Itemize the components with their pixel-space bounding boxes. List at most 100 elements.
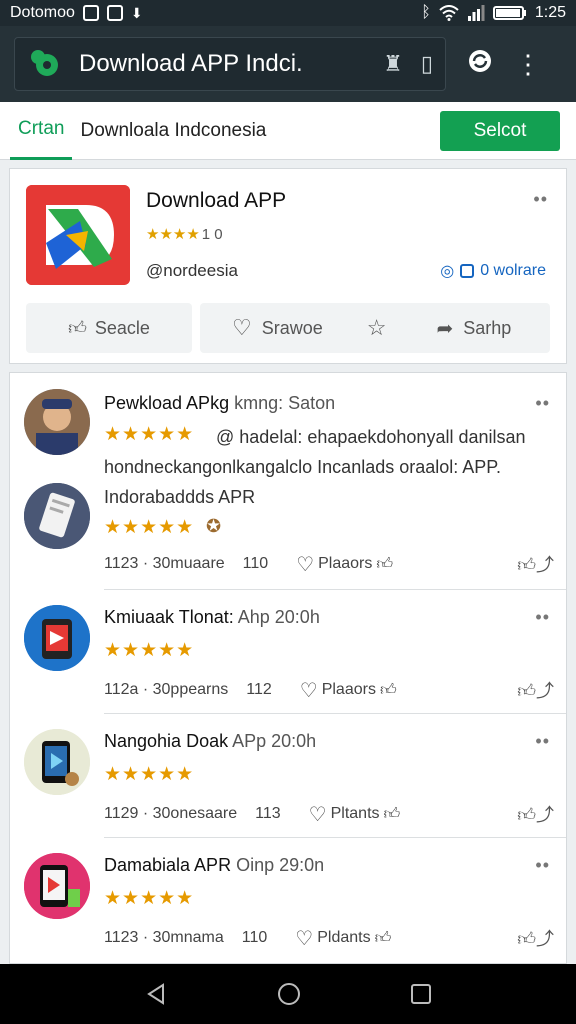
heart-icon: ♡ (308, 803, 327, 826)
review-footer: 1123 · 30muaare 110 ♡ Plaaors 👍︎ 👍︎⤴ (104, 551, 554, 577)
carrier-label: Dotomoo (10, 4, 75, 21)
favorite-label[interactable]: Srawoe (262, 318, 323, 339)
heart-icon: ♡ (296, 553, 315, 576)
reviewer-name: Pewkload APkg kmng: Saton (104, 393, 336, 413)
review-stars: ★★★★★ (104, 888, 195, 909)
reviewer-name: Damabiala APR Oinp 29:0n (104, 855, 325, 875)
info-icon: ◎ (440, 263, 455, 280)
rating-value: 1 0 (201, 226, 223, 243)
heart-icon[interactable]: ♡ (232, 315, 252, 341)
share-icon[interactable]: ➦ (437, 316, 454, 341)
review-footer: 1129 · 30onesaare 113 ♡ Pltants 👍︎ 👍︎⤴ (104, 801, 554, 827)
wifi-icon (439, 5, 459, 21)
helpful-button[interactable]: ♡ Pldants 👍︎ (295, 926, 391, 951)
share-icon[interactable]: 👍︎⤴ (517, 925, 554, 951)
app-action-row: 👍︎ Seacle ♡ Srawoe ☆ ➦ Sarhp (26, 303, 550, 353)
helpful-button[interactable]: ♡ Pltants 👍︎ (309, 802, 401, 827)
download-icon: ⬇ (130, 4, 143, 21)
list-item: Damabiala APR Oinp 29:0n •• ★★★★★ 1123 ·… (10, 839, 566, 963)
review-stats: 1123 · 30muaare (104, 555, 225, 572)
divider (104, 589, 566, 590)
app-icon (26, 185, 130, 285)
select-button[interactable]: Selcot (440, 110, 560, 151)
bluetooth-icon: ᛒ (421, 4, 431, 21)
browser-toolbar: Download APP Indci. ♜ ▯ ⋮ (0, 26, 576, 102)
review-count: 112 (246, 681, 272, 698)
more-options-icon[interactable]: •• (535, 607, 550, 628)
review-count: 110 (241, 929, 268, 946)
reader-mode-icon[interactable]: ▯ (421, 51, 433, 77)
star-icon[interactable]: ☆ (367, 315, 387, 341)
thumbs-up-icon: 👍︎ (374, 929, 392, 947)
more-options-icon[interactable]: •• (535, 855, 550, 876)
review-footer: 1123 · 30mnama 110 ♡ Pldants 👍︎ 👍︎⤴ (104, 925, 554, 951)
app-rating: ★★★★ 1 0 (146, 225, 223, 243)
review-count: 113 (255, 805, 281, 822)
review-text: @ hadelal: ehapaekdohonyall danilsan hon… (104, 427, 526, 507)
review-stats: 1123 · 30mnama (104, 929, 224, 946)
page-title: Downloala Indconesia (80, 119, 267, 141)
system-nav-bar (0, 964, 576, 1024)
list-item: Pewkload APkg kmng: Saton •• ★★★★★ @ had… (10, 373, 566, 591)
review-count: 110 (242, 555, 269, 572)
app-link[interactable]: ◎ 0 wolrare (440, 261, 546, 281)
thumbs-up-icon: 👍︎ (68, 318, 87, 338)
heart-icon: ♡ (295, 927, 314, 950)
recents-icon[interactable] (410, 983, 432, 1005)
action-group: ♡ Srawoe ☆ ➦ Sarhp (200, 303, 550, 353)
url-text: Download APP Indci. (79, 50, 303, 77)
reviewer-name: Kmiuaak Tlonat: Ahp 20:0h (104, 607, 320, 627)
thumbs-up-icon: 👍︎ (376, 555, 394, 573)
avatar (24, 729, 90, 795)
thumbs-up-icon: 👍︎ (379, 681, 397, 699)
helpful-button[interactable]: ♡ Plaaors 👍︎ (296, 552, 393, 577)
back-icon[interactable] (144, 982, 168, 1006)
battery-icon (492, 6, 526, 20)
like-button[interactable]: 👍︎ Seacle (26, 303, 192, 353)
clock: 1:25 (534, 4, 566, 21)
home-icon[interactable] (276, 981, 302, 1007)
signal-icon (467, 5, 485, 21)
app-title: Download APP (146, 189, 287, 212)
app-developer: @nordeesia (146, 261, 238, 280)
status-bar: Dotomoo ⬇ ᛒ 1:25 (0, 0, 576, 26)
divider (104, 837, 566, 838)
list-item: Kmiuaak Tlonat: Ahp 20:0h •• ★★★★★ 112a … (10, 591, 566, 715)
site-logo-icon (27, 47, 61, 81)
helpful-button[interactable]: ♡ Plaaors 👍︎ (300, 678, 397, 703)
checkbox-icon (460, 264, 475, 278)
reviewer-name: Nangohia Doak APp 20:0h (104, 731, 317, 751)
review-stats: 1129 · 30onesaare (104, 805, 238, 822)
more-options-icon[interactable]: •• (533, 189, 548, 210)
app-card: Download APP ★★★★ 1 0 @nordeesia •• ◎ 0 w… (9, 168, 567, 364)
review-stars: ★★★★★ (104, 517, 195, 538)
avatar (24, 389, 90, 455)
reviews-list: Pewkload APkg kmng: Saton •• ★★★★★ @ had… (9, 372, 567, 964)
share-label[interactable]: Sarhp (463, 318, 511, 339)
thumbs-up-icon: 👍︎ (383, 805, 401, 823)
address-bar[interactable]: Download APP Indci. ♜ ▯ (14, 37, 446, 91)
tab-bar: Crtan Downloala Indconesia Selcot (0, 102, 576, 160)
rating-stars: ★★★★ (146, 226, 200, 243)
overflow-menu-icon[interactable]: ⋮ (514, 49, 542, 80)
cookie-icon: ✪ (206, 516, 222, 536)
like-label: Seacle (94, 317, 150, 338)
share-icon[interactable]: 👍︎⤴ (517, 551, 554, 577)
more-options-icon[interactable]: •• (535, 393, 550, 414)
share-icon[interactable]: 👍︎⤴ (517, 677, 554, 703)
review-stars: ★★★★★ (104, 764, 195, 785)
divider (104, 713, 566, 714)
heart-icon: ♡ (299, 679, 318, 702)
sync-icon[interactable] (466, 48, 494, 81)
notification-icon (82, 5, 99, 21)
notification-icon (106, 5, 123, 21)
avatar (24, 605, 90, 671)
share-icon[interactable]: 👍︎⤴ (517, 801, 554, 827)
review-footer: 112a · 30ppearns 112 ♡ Plaaors 👍︎ 👍︎⤴ (104, 677, 554, 703)
more-options-icon[interactable]: •• (535, 731, 550, 752)
extension-icon[interactable]: ♜ (383, 51, 403, 77)
tab-active[interactable]: Crtan (10, 102, 73, 160)
screenshot-thumbnail[interactable] (24, 483, 90, 549)
list-item: Nangohia Doak APp 20:0h •• ★★★★★ 1129 · … (10, 715, 566, 839)
avatar (24, 853, 90, 919)
